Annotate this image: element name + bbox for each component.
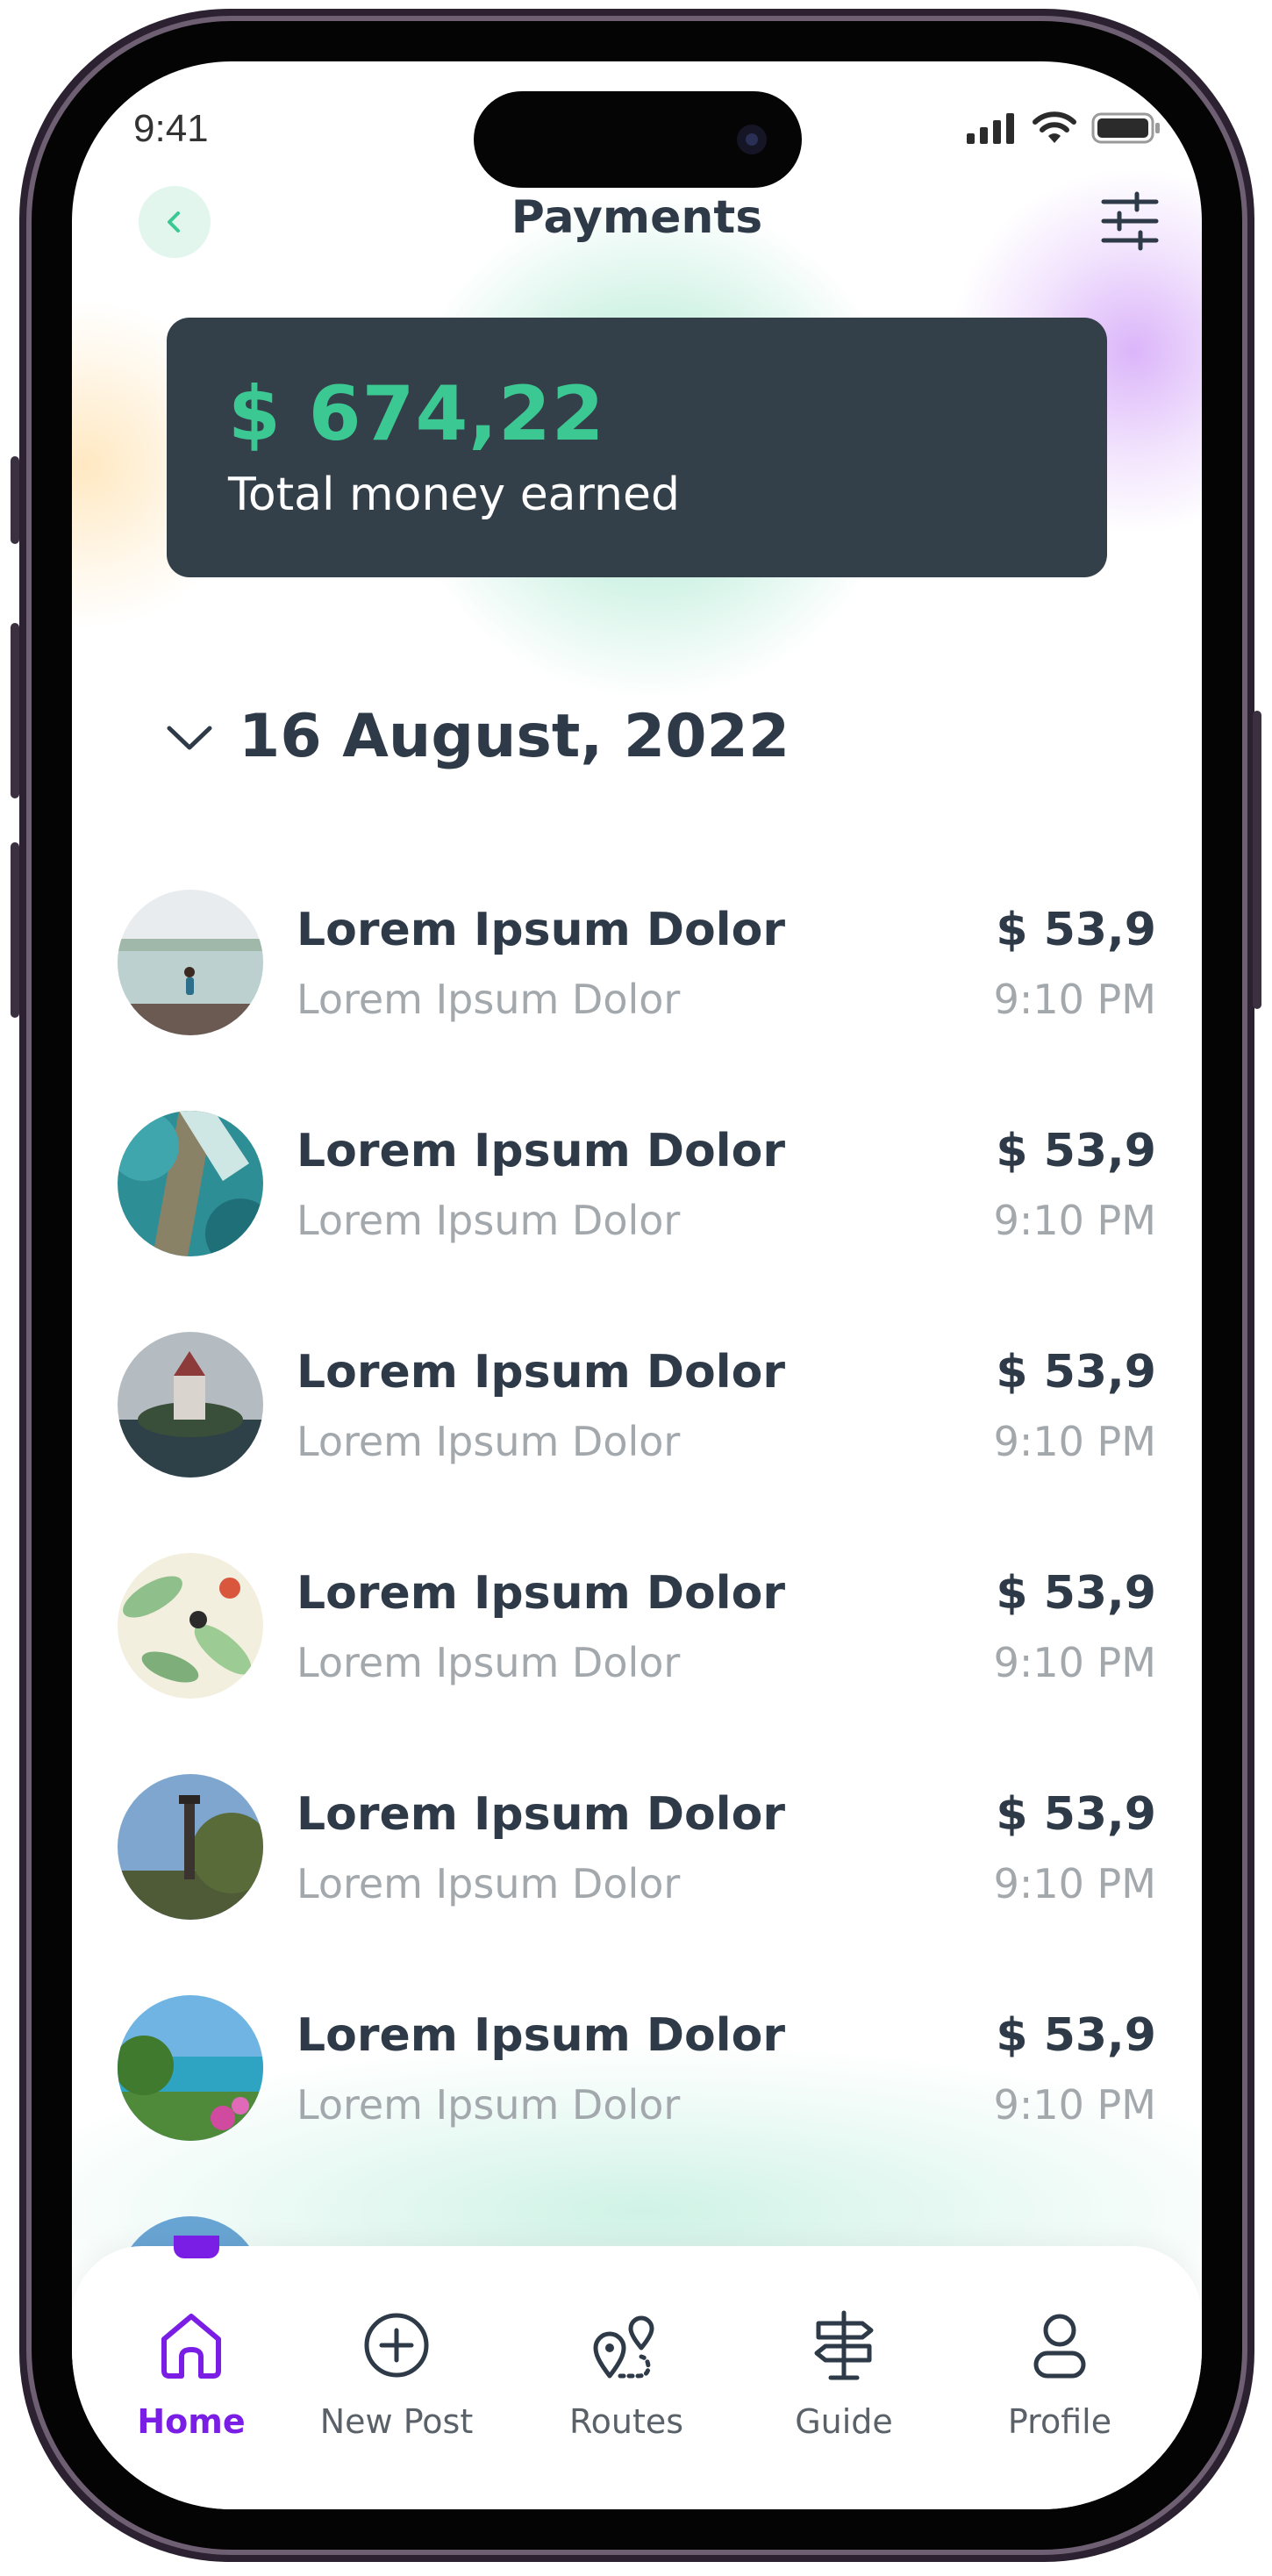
active-tab-indicator [174, 2236, 219, 2258]
user-icon [1033, 2314, 1086, 2379]
transaction-amount: $ 53,9 [996, 1788, 1156, 1841]
battery-icon [1091, 112, 1160, 144]
wifi-icon [1033, 111, 1076, 143]
transaction-time: 9:10 PM [993, 1860, 1156, 1907]
total-label: Total money earned [228, 469, 680, 521]
nav-label-new-post: New Post [319, 2402, 474, 2441]
volume-up-button [11, 623, 19, 798]
bottom-navigation: Home New Post Routes Guide Profile [72, 2236, 1202, 2509]
nav-label-guide: Guide [795, 2402, 893, 2441]
map-pin-route-icon [593, 2315, 654, 2379]
transaction-title: Lorem Ipsum Dolor [297, 2009, 785, 2062]
transaction-amount: $ 53,9 [996, 1346, 1156, 1399]
transaction-subtitle: Lorem Ipsum Dolor [297, 2081, 681, 2129]
total-amount: $ 674,22 [228, 370, 605, 458]
action-button [11, 456, 19, 544]
transaction-row[interactable]: Lorem Ipsum Dolor Lorem Ipsum Dolor $ 53… [118, 1995, 1156, 2144]
date-group-label: 16 August, 2022 [239, 702, 790, 771]
status-time: 9:41 [133, 107, 209, 150]
transaction-title: Lorem Ipsum Dolor [297, 904, 785, 956]
nav-label-profile: Profile [1007, 2402, 1112, 2441]
nav-item-new-post[interactable]: New Post [300, 2308, 493, 2465]
transaction-row[interactable]: Lorem Ipsum Dolor Lorem Ipsum Dolor $ 53… [118, 1553, 1156, 1702]
nav-item-guide[interactable]: Guide [747, 2308, 940, 2465]
home-icon [161, 2314, 221, 2379]
transaction-subtitle: Lorem Ipsum Dolor [297, 1197, 681, 1244]
transaction-amount: $ 53,9 [996, 1125, 1156, 1177]
earnings-card: $ 674,22 Total money earned [167, 318, 1107, 577]
transaction-subtitle: Lorem Ipsum Dolor [297, 976, 681, 1023]
power-button [1253, 711, 1261, 1009]
thumbnail-beach-swimmer [118, 890, 263, 1035]
page-title: Payments [511, 191, 763, 244]
transaction-subtitle: Lorem Ipsum Dolor [297, 1639, 681, 1686]
nav-item-routes[interactable]: Routes [530, 2308, 723, 2465]
sliders-icon [1101, 191, 1159, 251]
thumbnail-castle-island [118, 1332, 263, 1478]
transaction-time: 9:10 PM [993, 976, 1156, 1023]
signpost-icon [814, 2310, 874, 2380]
thumbnail-lighthouse [118, 1774, 263, 1920]
transaction-amount: $ 53,9 [996, 1567, 1156, 1620]
transaction-row[interactable]: Lorem Ipsum Dolor Lorem Ipsum Dolor $ 53… [118, 1774, 1156, 1923]
transaction-row[interactable]: Lorem Ipsum Dolor Lorem Ipsum Dolor $ 53… [118, 890, 1156, 1039]
date-group-toggle[interactable]: 16 August, 2022 [165, 702, 790, 771]
chevron-down-icon [167, 726, 212, 749]
volume-down-button [11, 842, 19, 1018]
transaction-time: 9:10 PM [993, 1418, 1156, 1465]
nav-item-profile[interactable]: Profile [963, 2308, 1156, 2465]
transaction-row[interactable]: Lorem Ipsum Dolor Lorem Ipsum Dolor $ 53… [118, 1111, 1156, 1260]
transaction-time: 9:10 PM [993, 2081, 1156, 2129]
signal-icon [967, 113, 1014, 144]
transaction-title: Lorem Ipsum Dolor [297, 1125, 785, 1177]
nav-label-routes: Routes [568, 2402, 684, 2441]
plus-circle-icon [364, 2313, 429, 2378]
transaction-amount: $ 53,9 [996, 904, 1156, 956]
transaction-subtitle: Lorem Ipsum Dolor [297, 1860, 681, 1907]
transaction-title: Lorem Ipsum Dolor [297, 1567, 785, 1620]
thumbnail-aerial-coast [118, 1111, 263, 1256]
dynamic-island [474, 91, 802, 188]
transaction-subtitle: Lorem Ipsum Dolor [297, 1418, 681, 1465]
nav-label-home: Home [137, 2402, 246, 2441]
transaction-title: Lorem Ipsum Dolor [297, 1788, 785, 1841]
app-screen: 9:41 Payments $ 674,22 Total money earne… [72, 61, 1202, 2509]
transaction-row[interactable]: Lorem Ipsum Dolor Lorem Ipsum Dolor $ 53… [118, 1332, 1156, 1481]
thumbnail-tropical-shore [118, 1995, 263, 2141]
camera-icon [737, 125, 767, 154]
filter-button[interactable] [1100, 191, 1160, 251]
transaction-time: 9:10 PM [993, 1639, 1156, 1686]
transaction-title: Lorem Ipsum Dolor [297, 1346, 785, 1399]
thumbnail-tropical-pattern [118, 1553, 263, 1699]
status-icons [965, 111, 1161, 144]
transaction-amount: $ 53,9 [996, 2009, 1156, 2062]
nav-item-home[interactable]: Home [95, 2308, 288, 2465]
transaction-time: 9:10 PM [993, 1197, 1156, 1244]
